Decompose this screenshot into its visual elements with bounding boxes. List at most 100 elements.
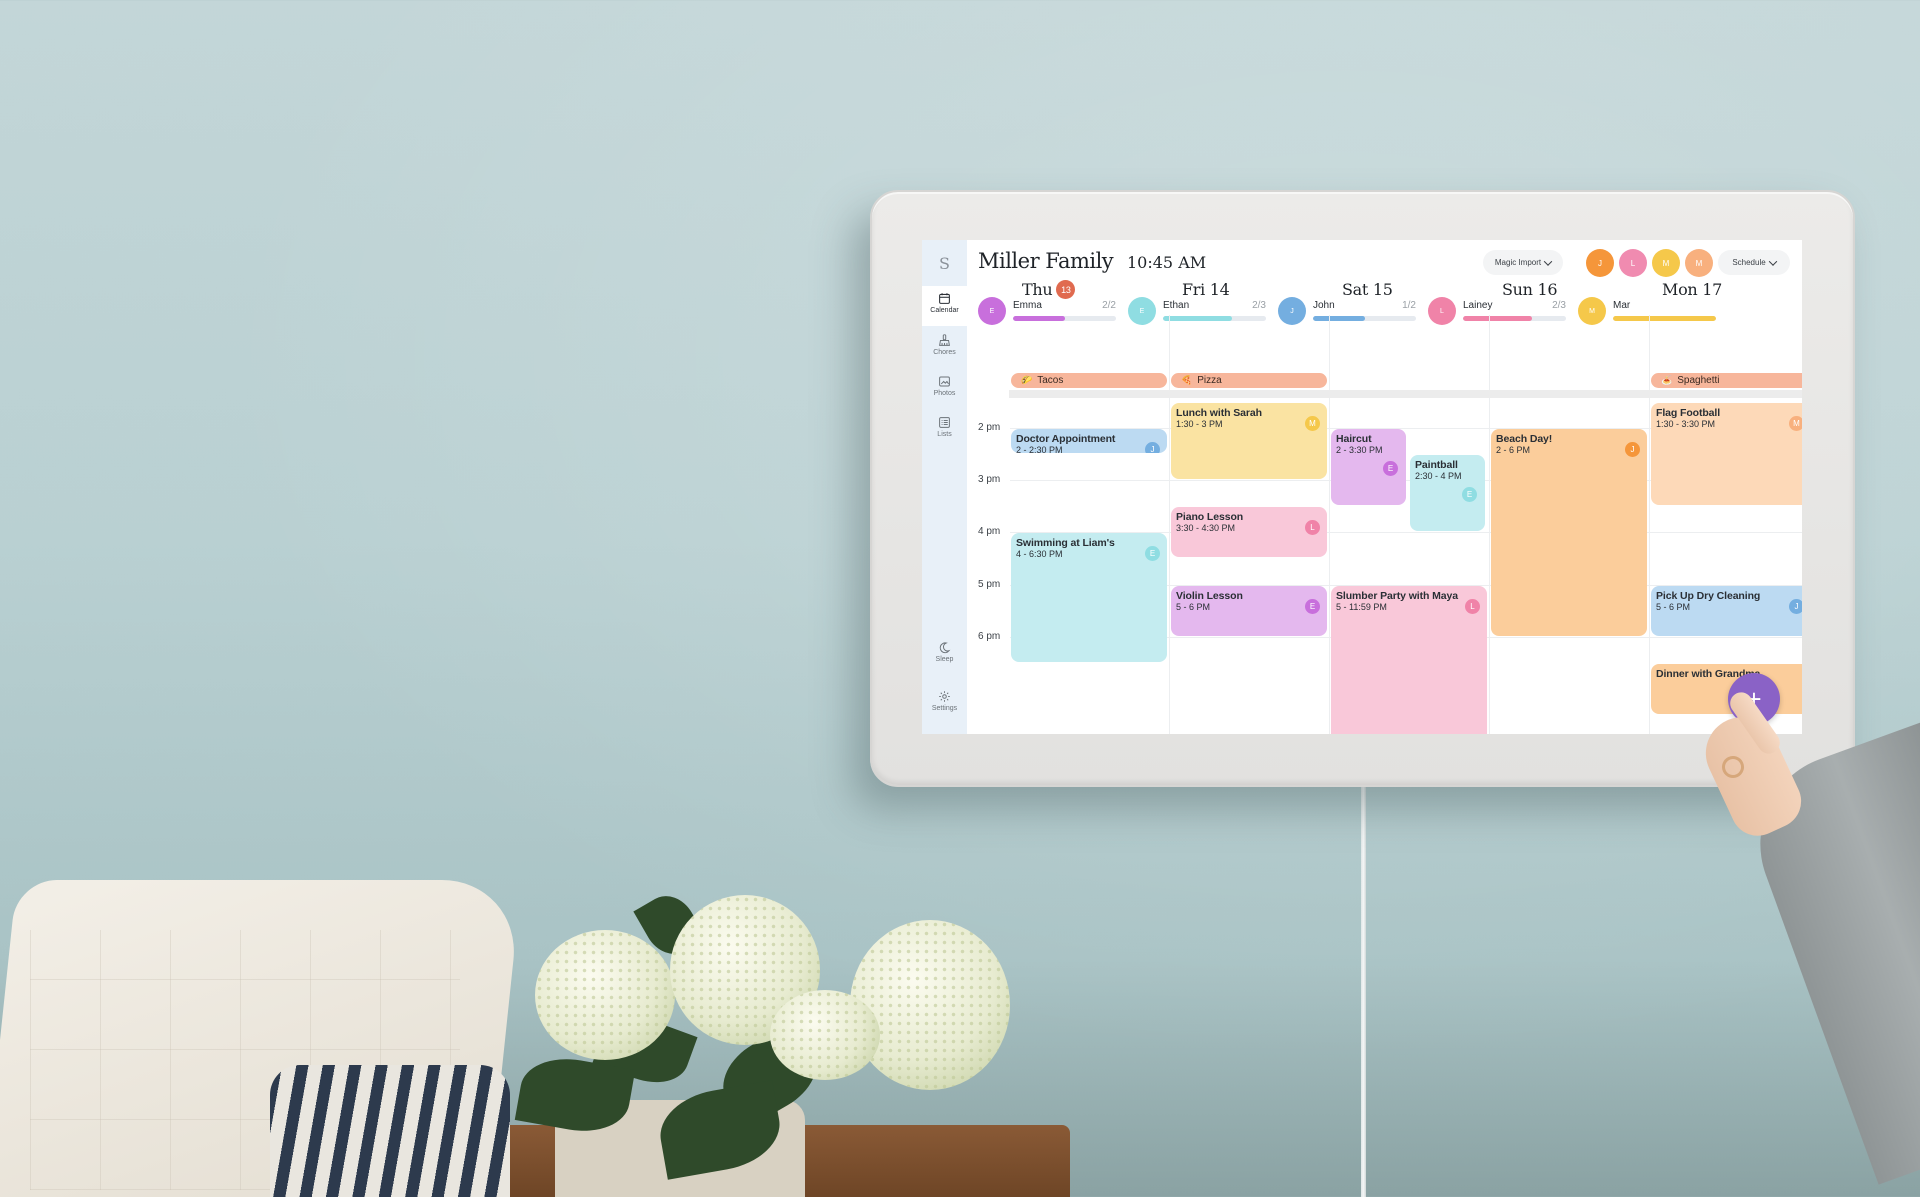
member-avatar: J [1278, 297, 1306, 325]
calendar-event[interactable]: Swimming at Liam's 4 - 6:30 PM E [1011, 533, 1167, 662]
calendar-event[interactable]: Paintball 2:30 - 4 PM E [1410, 455, 1485, 532]
day-header[interactable]: Mon 17 [1662, 280, 1722, 299]
day-column-divider [1329, 315, 1330, 734]
event-time: 2 - 2:30 PM [1016, 445, 1063, 454]
calendar-event[interactable]: Piano Lesson 3:30 - 4:30 PM L [1171, 507, 1327, 558]
event-time: 1:30 - 3:30 PM [1656, 418, 1716, 429]
event-time: 1:30 - 3 PM [1176, 418, 1223, 429]
day-column-divider [1169, 315, 1170, 734]
sidebar-item-sleep[interactable]: Sleep [922, 635, 967, 675]
hydrangea [535, 930, 675, 1060]
event-time: 5 - 6 PM [1176, 601, 1211, 612]
day-header[interactable]: Fri 14 [1182, 280, 1230, 299]
meal-plan-item[interactable]: 🍕 Pizza [1171, 373, 1327, 388]
today-badge: 13 [1056, 280, 1076, 299]
meal-name: Spaghetti [1677, 375, 1720, 386]
event-time: 2:30 - 4 PM [1415, 471, 1462, 482]
member-progress[interactable]: E Emma 2/2 [978, 296, 1116, 326]
event-time: 5 - 6 PM [1656, 601, 1691, 612]
magic-import-button[interactable]: Magic Import [1483, 250, 1563, 275]
schedule-view-button[interactable]: Schedule [1718, 250, 1790, 275]
sidebar-item-lists[interactable]: Lists [922, 410, 967, 450]
hour-label: 6 pm [978, 630, 1001, 642]
sidebar-item-settings[interactable]: Settings [922, 684, 967, 724]
header-avatar[interactable]: M [1652, 249, 1680, 277]
member-progress[interactable]: J John 1/2 [1278, 296, 1416, 326]
magic-import-label: Magic Import [1494, 258, 1542, 267]
header-avatar[interactable]: L [1619, 249, 1647, 277]
event-member-avatar: J [1789, 598, 1802, 614]
day-label: Sat 15 [1342, 280, 1393, 299]
list-icon [939, 417, 950, 428]
power-cord [1361, 785, 1366, 1197]
day-header[interactable]: Sun 16 [1502, 280, 1558, 299]
header-avatar[interactable]: M [1685, 249, 1713, 277]
meal-icon: 🌮 [1021, 375, 1033, 385]
broom-icon [939, 334, 950, 346]
calendar-event[interactable]: Violin Lesson 5 - 6 PM E [1171, 585, 1327, 636]
sidebar-item-calendar[interactable]: Calendar [922, 286, 967, 326]
member-progress-bar [1463, 316, 1566, 321]
event-title: Dinner with Grandma [1656, 667, 1761, 680]
calendar-icon [939, 293, 950, 304]
day-label: Thu [1022, 280, 1053, 299]
member-progress-fill [1613, 316, 1716, 321]
event-time: 4 - 6:30 PM [1016, 549, 1063, 560]
member-avatar: M [1578, 297, 1606, 325]
hydrangea [770, 990, 880, 1080]
calendar-event[interactable]: Pick Up Dry Cleaning 5 - 6 PM J [1651, 585, 1802, 636]
family-name: Miller Family [978, 249, 1114, 273]
event-title: Lunch with Sarah [1176, 406, 1262, 419]
current-time: 10:45 AM [1127, 253, 1207, 272]
member-progress[interactable]: E Ethan 2/3 [1128, 296, 1266, 326]
event-member-avatar: E [1462, 487, 1477, 503]
event-title: Piano Lesson [1176, 511, 1244, 524]
member-progress-bar [1013, 316, 1116, 321]
member-progress-bar [1163, 316, 1266, 321]
day-label: Mon 17 [1662, 280, 1722, 299]
sidebar-item-label: Settings [931, 705, 958, 712]
calendar-event[interactable]: Dinner with Grandma [1651, 663, 1802, 715]
member-name: John [1313, 300, 1335, 311]
gear-icon [939, 691, 950, 702]
event-member-avatar: J [1145, 442, 1160, 454]
calendar-screen: S Calendar Chores Photos Lists Sleep Set… [922, 240, 1802, 734]
meal-plan-item[interactable]: 🌮 Tacos [1011, 373, 1167, 388]
meal-plan-item[interactable]: 🍝 Spaghetti [1651, 373, 1802, 388]
day-label: Fri 14 [1182, 280, 1230, 299]
sidebar-item-chores[interactable]: Chores [922, 328, 967, 368]
calendar-event[interactable]: Flag Football 1:30 - 3:30 PM M [1651, 402, 1802, 506]
event-title: Slumber Party with Maya [1336, 589, 1458, 602]
event-title: Swimming at Liam's [1016, 537, 1115, 550]
calendar-event[interactable]: Haircut 2 - 3:30 PM E [1331, 429, 1406, 506]
calendar-event[interactable]: Slumber Party with Maya 5 - 11:59 PM L [1331, 585, 1487, 734]
member-progress[interactable]: L Lainey 2/3 [1428, 296, 1566, 326]
hour-label: 4 pm [978, 526, 1001, 538]
event-member-avatar: E [1383, 461, 1398, 476]
sidebar-item-label: Photos [933, 390, 956, 397]
event-title: Paintball [1415, 459, 1458, 472]
calendar-event[interactable]: Beach Day! 2 - 6 PM J [1491, 429, 1647, 636]
meal-icon: 🍝 [1661, 375, 1673, 385]
member-name: Lainey [1463, 300, 1493, 311]
sidebar-item-label: Chores [933, 349, 956, 356]
calendar-event[interactable]: Doctor Appointment 2 - 2:30 PM J [1011, 429, 1167, 454]
event-title: Flag Football [1656, 406, 1721, 419]
hour-label: 5 pm [978, 578, 1001, 590]
calendar-event[interactable]: Lunch with Sarah 1:30 - 3 PM M [1171, 402, 1327, 480]
member-progress[interactable]: M Mar [1578, 296, 1716, 326]
member-count: 2/2 [1102, 300, 1116, 311]
striped-pillow [270, 1065, 510, 1197]
member-progress-bar [1613, 316, 1716, 321]
member-progress-fill [1463, 316, 1532, 321]
hour-label: 3 pm [978, 474, 1001, 486]
day-label: Sun 16 [1502, 280, 1558, 299]
day-header[interactable]: Thu 13 [1022, 280, 1076, 299]
header-avatar[interactable]: J [1586, 249, 1614, 277]
member-count: 2/3 [1252, 300, 1266, 311]
member-avatar: E [1128, 297, 1156, 325]
sidebar-item-photos[interactable]: Photos [922, 369, 967, 409]
moon-icon [939, 642, 951, 654]
event-title: Haircut [1336, 433, 1372, 445]
day-header[interactable]: Sat 15 [1342, 280, 1393, 299]
